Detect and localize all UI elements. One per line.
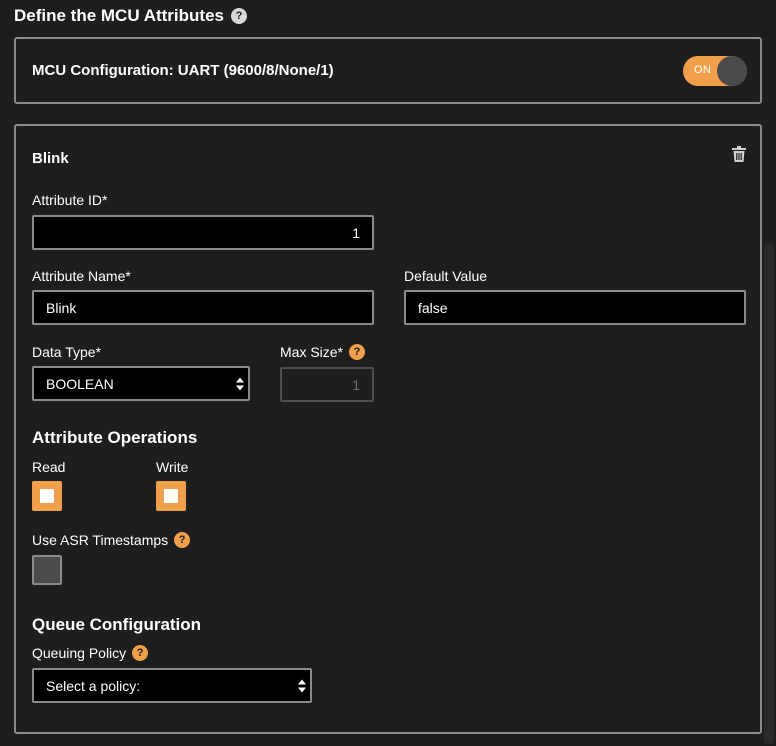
max-size-label-text: Max Size* — [280, 344, 344, 360]
mcu-attributes-page: Define the MCU Attributes ? MCU Configur… — [0, 0, 776, 746]
asr-checkbox[interactable] — [32, 555, 62, 585]
queuing-policy-select[interactable]: Select a policy: — [32, 668, 312, 703]
queuing-policy-label-text: Queuing Policy — [32, 645, 127, 661]
toggle-label: ON — [694, 64, 712, 76]
max-size-value: 1 — [352, 376, 360, 393]
data-type-label: Data Type* — [32, 344, 101, 360]
mcu-config-card: MCU Configuration: UART (9600/8/None/1) … — [14, 37, 762, 104]
max-size-label: Max Size* ? — [280, 344, 366, 360]
check-mark — [164, 489, 178, 503]
select-arrows-icon — [236, 377, 244, 391]
queue-configuration-title: Queue Configuration — [32, 615, 202, 634]
queuing-policy-label: Queuing Policy ? — [32, 645, 149, 661]
attribute-id-label-text: Attribute ID* — [32, 192, 108, 208]
mcu-config-label: MCU Configuration: UART (9600/8/None/1) — [32, 62, 334, 79]
attribute-id-input[interactable]: 1 — [32, 215, 374, 250]
help-icon[interactable]: ? — [349, 344, 366, 360]
select-arrows-icon — [298, 679, 306, 693]
page-title: Define the MCU Attributes — [14, 6, 224, 25]
default-value-label-text: Default Value — [404, 268, 488, 284]
help-icon[interactable]: ? — [132, 645, 149, 661]
data-type-value: BOOLEAN — [46, 375, 114, 392]
queuing-policy-value: Select a policy: — [46, 677, 141, 694]
attribute-name-value: Blink — [46, 299, 77, 316]
write-checkbox[interactable] — [156, 481, 186, 511]
toggle-knob — [717, 56, 747, 86]
trash-icon[interactable] — [732, 146, 746, 162]
help-icon[interactable]: ? — [231, 8, 247, 24]
mcu-toggle[interactable]: ON — [683, 56, 747, 86]
attribute-name-input[interactable]: Blink — [32, 290, 374, 325]
attribute-name-label-text: Attribute Name* — [32, 268, 131, 284]
help-icon[interactable]: ? — [174, 532, 191, 548]
asr-label-text: Use ASR Timestamps — [32, 532, 169, 548]
read-label: Read — [32, 459, 66, 475]
default-value-input[interactable]: false — [404, 290, 746, 325]
read-checkbox[interactable] — [32, 481, 62, 511]
write-label: Write — [156, 459, 189, 475]
scrollbar[interactable] — [764, 244, 774, 744]
asr-label: Use ASR Timestamps ? — [32, 532, 191, 548]
attribute-card: Blink Attribute ID* 1 Attribute Name* Bl… — [14, 124, 762, 734]
attribute-title: Blink — [32, 150, 69, 167]
max-size-input[interactable]: 1 — [280, 367, 374, 402]
attribute-id-label: Attribute ID* — [32, 192, 107, 208]
attribute-name-label: Attribute Name* — [32, 268, 131, 284]
default-value-value: false — [418, 299, 448, 316]
default-value-label: Default Value — [404, 268, 487, 284]
data-type-label-text: Data Type* — [32, 344, 102, 360]
check-mark — [40, 489, 54, 503]
attribute-operations-title: Attribute Operations — [32, 428, 198, 447]
attribute-id-value: 1 — [352, 224, 360, 241]
section-header: Define the MCU Attributes ? — [14, 6, 247, 26]
data-type-select[interactable]: BOOLEAN — [32, 366, 250, 401]
